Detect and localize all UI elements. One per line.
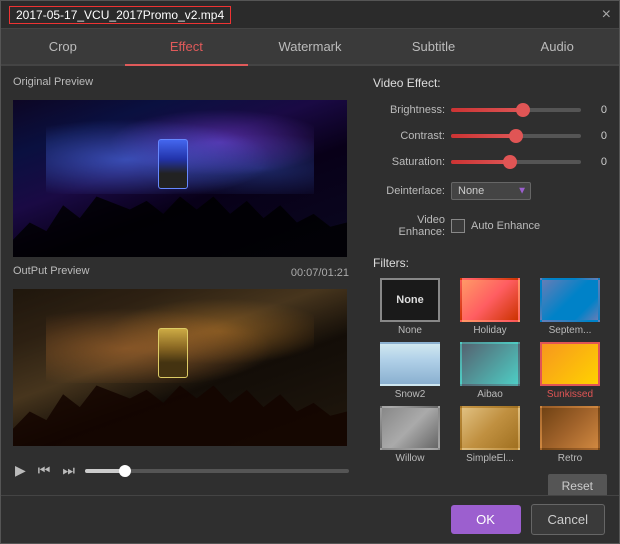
- deinterlace-select[interactable]: None: [451, 182, 531, 200]
- brightness-fill: [451, 108, 523, 112]
- tab-audio[interactable]: Audio: [495, 29, 619, 64]
- filter-name-snow2: Snow2: [395, 389, 426, 400]
- filter-item-none[interactable]: None None: [373, 278, 447, 336]
- main-content: Original Preview OutPut Preview 00:07/01…: [1, 66, 619, 495]
- contrast-fill: [451, 134, 516, 138]
- filter-thumb-sunkissed: [540, 342, 600, 386]
- filter-item-willow[interactable]: Willow: [373, 406, 447, 464]
- filter-thumb-willow: [380, 406, 440, 450]
- filter-thumb-simpleel: [460, 406, 520, 450]
- close-button[interactable]: ×: [602, 7, 611, 23]
- brightness-label: Brightness:: [373, 104, 445, 116]
- progress-bar[interactable]: [85, 469, 349, 473]
- filter-name-sunkissed: Sunkissed: [547, 389, 593, 400]
- saturation-thumb: [503, 155, 517, 169]
- auto-enhance-label: Auto Enhance: [471, 220, 540, 232]
- tab-watermark[interactable]: Watermark: [248, 29, 372, 64]
- original-visual: [13, 100, 347, 257]
- none-text: None: [396, 294, 424, 306]
- enhance-row: Video Enhance: Auto Enhance: [373, 214, 607, 238]
- tab-subtitle[interactable]: Subtitle: [372, 29, 496, 64]
- title-bar: 2017-05-17_VCU_2017Promo_v2.mp4 ×: [1, 1, 619, 29]
- saturation-slider[interactable]: [451, 160, 581, 164]
- filter-item-retro[interactable]: Retro: [533, 406, 607, 464]
- filter-thumb-september: [540, 278, 600, 322]
- tab-effect[interactable]: Effect: [125, 29, 249, 66]
- enhance-label: Video Enhance:: [373, 214, 445, 238]
- filter-item-sunkissed[interactable]: Sunkissed: [533, 342, 607, 400]
- filters-grid: None None Holiday Septem...: [373, 278, 607, 464]
- timestamp: 00:07/01:21: [291, 267, 349, 279]
- saturation-label: Saturation:: [373, 156, 445, 168]
- contrast-value: 0: [587, 130, 607, 142]
- output-header: OutPut Preview 00:07/01:21: [13, 265, 349, 281]
- filter-thumb-retro: [540, 406, 600, 450]
- brightness-slider[interactable]: [451, 108, 581, 112]
- filter-thumb-aibao: [460, 342, 520, 386]
- filter-item-aibao[interactable]: Aibao: [453, 342, 527, 400]
- filters-section: Filters: None None Holiday: [373, 256, 607, 495]
- auto-enhance-checkbox[interactable]: [451, 219, 465, 233]
- output-preview-box: [13, 289, 347, 446]
- right-panel: Video Effect: Brightness: 0 Contrast: 0: [361, 66, 619, 495]
- tab-crop[interactable]: Crop: [1, 29, 125, 64]
- filter-name-willow: Willow: [396, 453, 425, 464]
- filter-item-september[interactable]: Septem...: [533, 278, 607, 336]
- filter-item-simpleel[interactable]: SimpleEl...: [453, 406, 527, 464]
- tab-bar: Crop Effect Watermark Subtitle Audio: [1, 29, 619, 66]
- brightness-row: Brightness: 0: [373, 104, 607, 116]
- original-preview-box: [13, 100, 347, 257]
- contrast-slider[interactable]: [451, 134, 581, 138]
- output-preview-label: OutPut Preview: [13, 265, 89, 277]
- left-panel: Original Preview OutPut Preview 00:07/01…: [1, 66, 361, 495]
- progress-thumb: [119, 465, 131, 477]
- filename-label: 2017-05-17_VCU_2017Promo_v2.mp4: [9, 6, 231, 24]
- saturation-value: 0: [587, 156, 607, 168]
- ok-button[interactable]: OK: [451, 505, 521, 534]
- filter-name-september: Septem...: [549, 325, 592, 336]
- next-button[interactable]: ⏭: [60, 460, 77, 481]
- filter-name-aibao: Aibao: [477, 389, 503, 400]
- deinterlace-label: Deinterlace:: [373, 185, 445, 197]
- saturation-fill: [451, 160, 510, 164]
- phone-sepia: [158, 328, 188, 378]
- prev-button[interactable]: ⏮: [36, 460, 53, 481]
- filter-thumb-holiday: [460, 278, 520, 322]
- filter-name-retro: Retro: [558, 453, 582, 464]
- main-window: 2017-05-17_VCU_2017Promo_v2.mp4 × Crop E…: [0, 0, 620, 544]
- brightness-value: 0: [587, 104, 607, 116]
- contrast-label: Contrast:: [373, 130, 445, 142]
- brightness-thumb: [516, 103, 530, 117]
- deinterlace-row: Deinterlace: None ▼: [373, 182, 607, 200]
- original-preview-label: Original Preview: [13, 76, 349, 88]
- reset-button[interactable]: Reset: [548, 474, 607, 495]
- filter-name-none: None: [398, 325, 422, 336]
- cancel-button[interactable]: Cancel: [531, 504, 605, 535]
- filter-item-snow2[interactable]: Snow2: [373, 342, 447, 400]
- contrast-thumb: [509, 129, 523, 143]
- phone-element: [158, 139, 188, 189]
- deinterlace-dropdown-wrapper: None ▼: [451, 182, 531, 200]
- filter-name-holiday: Holiday: [473, 325, 506, 336]
- bottom-bar: OK Cancel: [1, 495, 619, 543]
- play-button[interactable]: ▶: [13, 460, 28, 481]
- player-controls: ▶ ⏮ ⏭: [13, 456, 349, 485]
- reset-container: Reset: [373, 474, 607, 495]
- filter-thumb-none: None: [380, 278, 440, 322]
- filter-item-holiday[interactable]: Holiday: [453, 278, 527, 336]
- video-effect-title: Video Effect:: [373, 76, 607, 90]
- saturation-row: Saturation: 0: [373, 156, 607, 168]
- output-visual: [13, 289, 347, 446]
- filter-name-simpleel: SimpleEl...: [466, 453, 514, 464]
- filters-label: Filters:: [373, 256, 607, 270]
- filter-thumb-snow2: [380, 342, 440, 386]
- contrast-row: Contrast: 0: [373, 130, 607, 142]
